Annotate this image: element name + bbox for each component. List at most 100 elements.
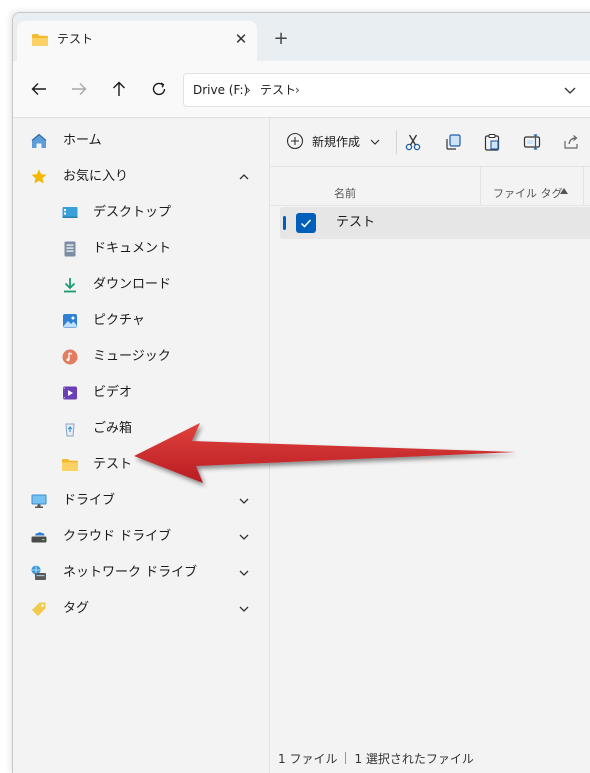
up-button[interactable] (107, 77, 131, 101)
cut-button[interactable] (402, 131, 424, 153)
sidebar-item-recycle-bin[interactable]: ごみ箱 (13, 414, 269, 444)
sidebar-item-music[interactable]: ミュージック (13, 342, 269, 372)
sidebar-item-test-folder[interactable]: テスト (13, 450, 269, 480)
network-drive-icon (30, 564, 48, 582)
file-explorer-window: テスト ✕ + Drive (F:) › テスト › ホーム お気に入り デスク… (12, 12, 590, 773)
selection-indicator (283, 216, 286, 230)
breadcrumb-folder[interactable]: テスト (260, 82, 296, 98)
sidebar-item-label: お気に入り (63, 169, 129, 184)
music-icon (61, 348, 79, 366)
folder-icon (61, 456, 79, 474)
rename-icon (523, 134, 541, 150)
sidebar-item-label: ミュージック (93, 349, 171, 364)
chevron-down-icon (370, 139, 380, 145)
cloud-drive-icon (30, 528, 48, 546)
sidebar-item-label: ビデオ (93, 385, 133, 400)
column-divider[interactable] (583, 167, 584, 205)
sidebar-item-label: ダウンロード (93, 277, 172, 292)
file-row[interactable]: テスト (280, 207, 590, 239)
breadcrumb-drive[interactable]: Drive (F:) (193, 82, 248, 98)
sidebar-item-cloud-drives[interactable]: クラウド ドライブ (13, 522, 269, 552)
back-button[interactable] (27, 77, 51, 101)
sidebar-item-drives[interactable]: ドライブ (13, 486, 269, 516)
sidebar-item-label: ネットワーク ドライブ (63, 565, 198, 580)
sort-ascending-icon (560, 188, 568, 194)
sidebar-item-videos[interactable]: ビデオ (13, 378, 269, 408)
navigation-bar: Drive (F:) › テスト › (13, 61, 590, 118)
rename-button[interactable] (521, 131, 543, 153)
column-divider[interactable] (480, 167, 481, 205)
column-header-name[interactable]: 名前 (334, 185, 356, 201)
navigation-pane: ホーム お気に入り デスクトップ ドキュメント ダウンロード ピクチャ ミュージ… (13, 118, 270, 773)
chevron-down-icon[interactable] (237, 602, 251, 616)
copy-icon (446, 134, 461, 150)
chevron-down-icon[interactable] (237, 494, 251, 508)
arrow-right-icon (72, 83, 87, 95)
share-button[interactable] (561, 131, 583, 153)
star-icon (30, 168, 48, 186)
column-header-file-tag[interactable]: ファイル タグ (493, 185, 563, 201)
scissors-icon (405, 134, 421, 151)
sidebar-item-home[interactable]: ホーム (13, 126, 269, 156)
tab-test[interactable]: テスト ✕ (17, 21, 257, 61)
file-name: テスト (336, 215, 376, 230)
sidebar-item-network-drives[interactable]: ネットワーク ドライブ (13, 558, 269, 588)
chevron-down-icon[interactable] (237, 530, 251, 544)
arrow-left-icon (31, 83, 46, 95)
status-selected-count: 1 選択されたファイル (354, 752, 474, 766)
refresh-icon (152, 82, 166, 96)
recycle-bin-icon (61, 420, 79, 438)
sidebar-item-label: タグ (63, 601, 90, 616)
share-icon (564, 135, 578, 149)
video-icon (61, 384, 79, 402)
sidebar-item-tags[interactable]: タグ (13, 594, 269, 624)
tag-icon (30, 600, 48, 618)
sidebar-item-favorites[interactable]: お気に入り (13, 162, 269, 192)
desktop-icon (61, 204, 79, 222)
status-divider (345, 752, 347, 764)
chevron-right-icon[interactable]: › (246, 82, 251, 98)
checkmark-icon (300, 219, 312, 228)
refresh-button[interactable] (147, 77, 171, 101)
tab-title: テスト (57, 32, 94, 46)
sidebar-item-label: ホーム (63, 133, 102, 148)
home-icon (30, 132, 48, 150)
new-button-label: 新規作成 (312, 135, 361, 149)
sidebar-item-documents[interactable]: ドキュメント (13, 234, 269, 264)
tab-bar: テスト ✕ + (13, 13, 590, 61)
new-tab-button[interactable]: + (270, 29, 292, 51)
file-list-area: 新規作成 名前 ファイル タグ テスト 1 ファイル 1 選択されたファイル (270, 118, 590, 773)
sidebar-item-pictures[interactable]: ピクチャ (13, 306, 269, 336)
sidebar-item-label: ドライブ (63, 493, 116, 508)
pictures-icon (61, 312, 79, 330)
chevron-right-icon[interactable]: › (295, 82, 300, 98)
sidebar-item-label: ごみ箱 (93, 421, 133, 436)
forward-button[interactable] (67, 77, 91, 101)
sidebar-item-label: ピクチャ (93, 313, 145, 328)
close-tab-button[interactable]: ✕ (231, 29, 251, 49)
column-headers: 名前 ファイル タグ (270, 167, 590, 206)
copy-button[interactable] (442, 131, 464, 153)
chevron-up-icon[interactable] (237, 170, 251, 184)
status-bar: 1 ファイル 1 選択されたファイル (278, 750, 474, 772)
chevron-down-icon[interactable] (562, 82, 578, 98)
sidebar-item-desktop[interactable]: デスクトップ (13, 198, 269, 228)
command-bar: 新規作成 (270, 118, 590, 167)
plus-circle-icon (286, 132, 304, 150)
sidebar-item-label: クラウド ドライブ (63, 529, 172, 544)
row-checkbox[interactable] (296, 213, 316, 233)
sidebar-item-label: デスクトップ (93, 205, 172, 220)
sidebar-item-label: テスト (93, 457, 133, 472)
folder-icon (32, 34, 48, 46)
chevron-down-icon[interactable] (237, 566, 251, 580)
sidebar-item-downloads[interactable]: ダウンロード (13, 270, 269, 300)
document-icon (61, 240, 79, 258)
sidebar-item-label: ドキュメント (93, 241, 172, 256)
monitor-icon (30, 492, 48, 510)
arrow-up-icon (113, 81, 125, 96)
paste-button[interactable] (481, 131, 503, 153)
status-item-count: 1 ファイル (278, 752, 338, 766)
download-icon (61, 276, 79, 294)
paste-icon (484, 133, 500, 151)
address-bar[interactable]: Drive (F:) › テスト › (183, 73, 590, 107)
